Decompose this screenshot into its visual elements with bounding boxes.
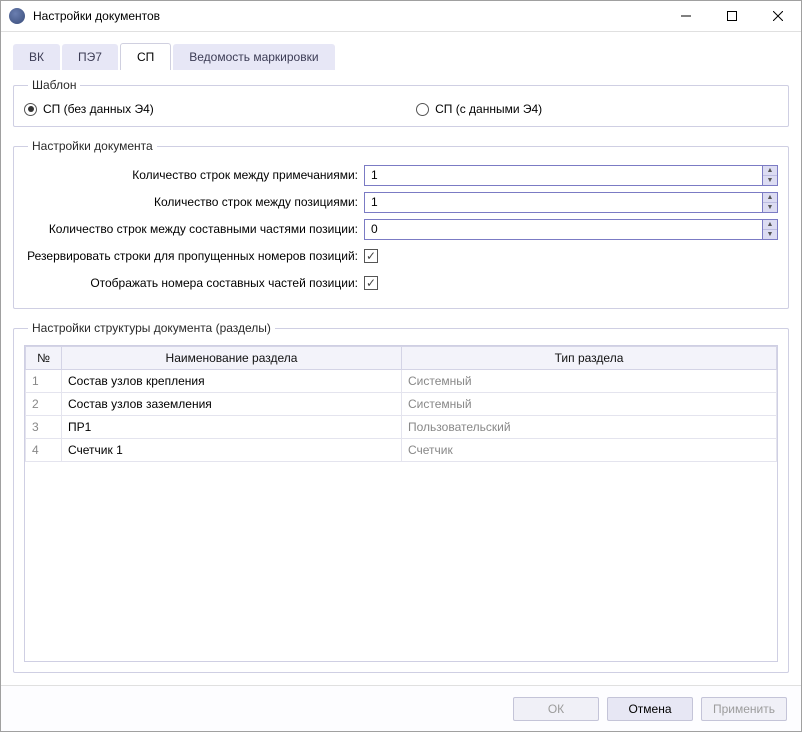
checkbox-reserve-rows[interactable]: ✓ [364, 249, 378, 263]
tab-pe7[interactable]: ПЭ7 [62, 44, 118, 70]
cell-type: Системный [402, 393, 777, 416]
input-rows-between-notes[interactable] [364, 165, 762, 186]
spinner-rows-between-parts: ▲ ▼ [364, 219, 778, 240]
minimize-icon [681, 11, 691, 21]
row-rows-between-notes: Количество строк между примечаниями: ▲ ▼ [24, 163, 778, 187]
spinner-down-button[interactable]: ▼ [763, 203, 777, 212]
cancel-button[interactable]: Отмена [607, 697, 693, 721]
structure-table-wrap: № Наименование раздела Тип раздела 1 Сос… [24, 345, 778, 662]
row-reserve-rows: Резервировать строки для пропущенных ном… [24, 244, 778, 268]
label-show-part-numbers: Отображать номера составных частей позиц… [24, 276, 364, 290]
spinner-down-button[interactable]: ▼ [763, 230, 777, 239]
close-button[interactable] [755, 1, 801, 31]
row-show-part-numbers: Отображать номера составных частей позиц… [24, 271, 778, 295]
template-legend: Шаблон [28, 78, 80, 92]
dialog-footer: ОК Отмена Применить [1, 685, 801, 731]
spinner-buttons: ▲ ▼ [762, 219, 778, 240]
content-area: ВК ПЭ7 СП Ведомость маркировки Шаблон СП… [1, 32, 801, 685]
cell-num: 4 [26, 439, 62, 462]
label-rows-between-parts: Количество строк между составными частям… [24, 222, 364, 236]
structure-group: Настройки структуры документа (разделы) … [13, 321, 789, 673]
row-rows-between-parts: Количество строк между составными частям… [24, 217, 778, 241]
spinner-rows-between-positions: ▲ ▼ [364, 192, 778, 213]
tab-panel-sp: Шаблон СП (без данных Э4) СП (с данными … [13, 70, 789, 685]
table-row[interactable]: 3 ПР1 Пользовательский [26, 416, 777, 439]
spinner-buttons: ▲ ▼ [762, 165, 778, 186]
settings-group: Настройки документа Количество строк меж… [13, 139, 789, 309]
template-radio-row: СП (без данных Э4) СП (с данными Э4) [24, 102, 778, 116]
maximize-icon [727, 11, 737, 21]
cell-type: Системный [402, 370, 777, 393]
checkbox-show-part-numbers[interactable]: ✓ [364, 276, 378, 290]
window-title: Настройки документов [33, 9, 663, 23]
label-reserve-rows: Резервировать строки для пропущенных ном… [24, 249, 364, 263]
tab-vk[interactable]: ВК [13, 44, 60, 70]
settings-legend: Настройки документа [28, 139, 157, 153]
title-bar: Настройки документов [1, 1, 801, 32]
window-root: Настройки документов ВК ПЭ7 СП Ведомость… [0, 0, 802, 732]
radio-icon [416, 103, 429, 116]
input-rows-between-parts[interactable] [364, 219, 762, 240]
checkbox-cell: ✓ [364, 276, 778, 290]
structure-header-row: № Наименование раздела Тип раздела [26, 347, 777, 370]
row-rows-between-positions: Количество строк между позициями: ▲ ▼ [24, 190, 778, 214]
label-rows-between-notes: Количество строк между примечаниями: [24, 168, 364, 182]
app-icon [9, 8, 25, 24]
header-name[interactable]: Наименование раздела [62, 347, 402, 370]
tab-marking-list[interactable]: Ведомость маркировки [173, 44, 334, 70]
spinner-buttons: ▲ ▼ [762, 192, 778, 213]
spinner-down-button[interactable]: ▼ [763, 176, 777, 185]
cell-name: ПР1 [62, 416, 402, 439]
cell-num: 1 [26, 370, 62, 393]
template-group: Шаблон СП (без данных Э4) СП (с данными … [13, 78, 789, 127]
maximize-button[interactable] [709, 1, 755, 31]
cell-name: Состав узлов крепления [62, 370, 402, 393]
radio-label: СП (без данных Э4) [43, 102, 154, 116]
cell-type: Пользовательский [402, 416, 777, 439]
table-row[interactable]: 2 Состав узлов заземления Системный [26, 393, 777, 416]
close-icon [773, 11, 783, 21]
structure-table: № Наименование раздела Тип раздела 1 Сос… [25, 346, 777, 462]
header-type[interactable]: Тип раздела [402, 347, 777, 370]
spinner-up-button[interactable]: ▲ [763, 220, 777, 230]
cell-name: Счетчик 1 [62, 439, 402, 462]
header-num[interactable]: № [26, 347, 62, 370]
radio-sp-with-data[interactable]: СП (с данными Э4) [416, 102, 542, 116]
tab-bar: ВК ПЭ7 СП Ведомость маркировки [13, 42, 789, 70]
spinner-up-button[interactable]: ▲ [763, 193, 777, 203]
minimize-button[interactable] [663, 1, 709, 31]
tab-sp[interactable]: СП [120, 43, 171, 70]
structure-legend: Настройки структуры документа (разделы) [28, 321, 275, 335]
radio-icon [24, 103, 37, 116]
cell-num: 2 [26, 393, 62, 416]
table-row[interactable]: 4 Счетчик 1 Счетчик [26, 439, 777, 462]
cell-name: Состав узлов заземления [62, 393, 402, 416]
radio-sp-no-data[interactable]: СП (без данных Э4) [24, 102, 416, 116]
label-rows-between-positions: Количество строк между позициями: [24, 195, 364, 209]
input-rows-between-positions[interactable] [364, 192, 762, 213]
checkbox-cell: ✓ [364, 249, 778, 263]
spinner-rows-between-notes: ▲ ▼ [364, 165, 778, 186]
radio-label: СП (с данными Э4) [435, 102, 542, 116]
cell-num: 3 [26, 416, 62, 439]
table-row[interactable]: 1 Состав узлов крепления Системный [26, 370, 777, 393]
cell-type: Счетчик [402, 439, 777, 462]
apply-button[interactable]: Применить [701, 697, 787, 721]
ok-button[interactable]: ОК [513, 697, 599, 721]
window-button-group [663, 1, 801, 31]
spinner-up-button[interactable]: ▲ [763, 166, 777, 176]
